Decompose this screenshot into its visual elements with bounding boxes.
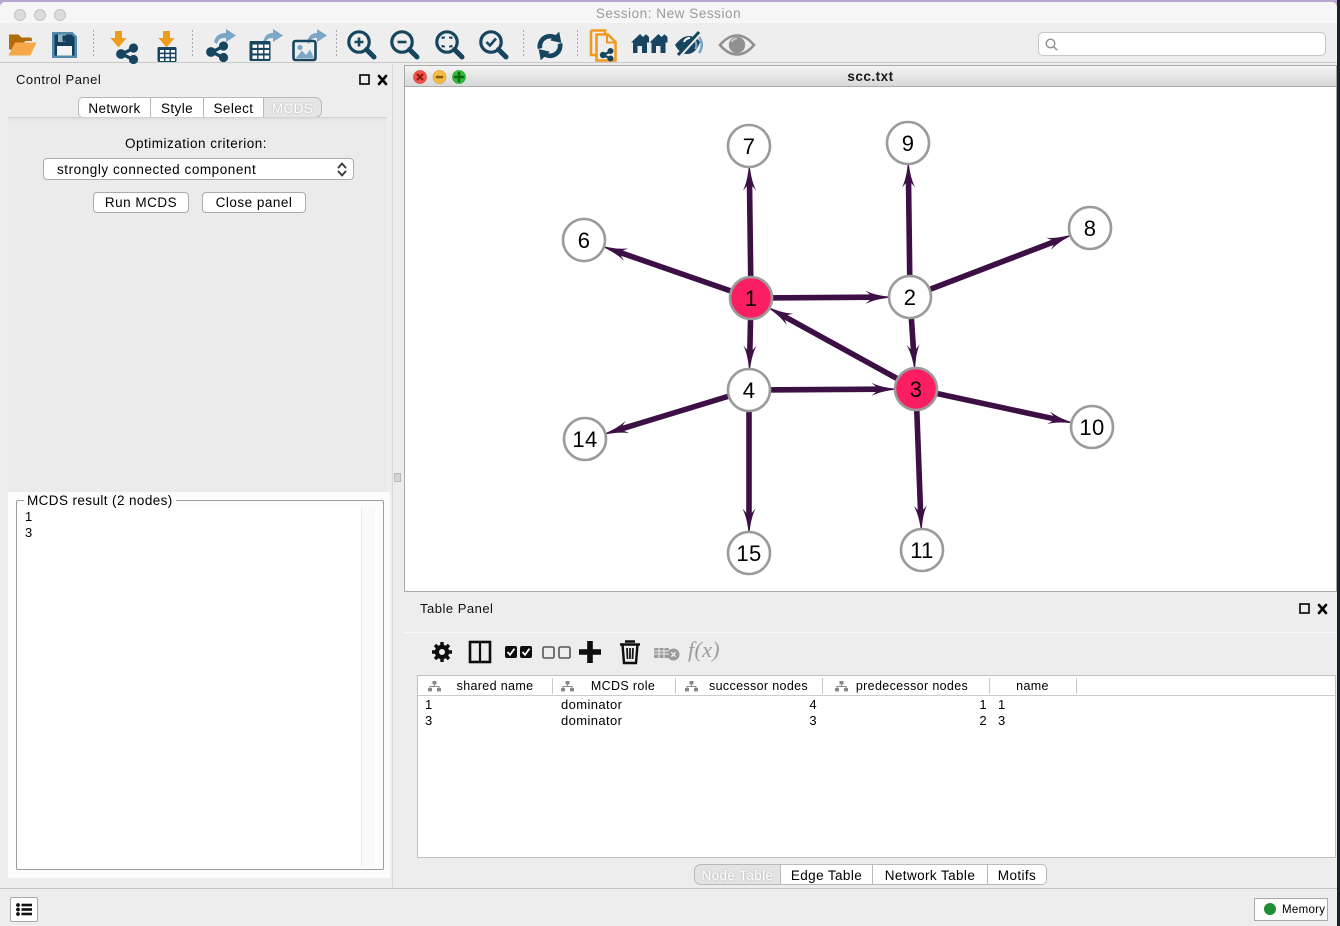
svg-text:4: 4 [743,378,756,403]
svg-text:1: 1 [745,286,758,311]
svg-text:3: 3 [910,377,923,402]
svg-text:11: 11 [910,538,934,563]
svg-text:9: 9 [902,131,915,156]
svg-text:10: 10 [1079,415,1104,440]
svg-text:7: 7 [743,134,756,159]
svg-text:14: 14 [572,427,597,452]
svg-text:8: 8 [1084,216,1097,241]
svg-text:6: 6 [578,228,591,253]
svg-text:15: 15 [736,541,761,566]
svg-text:2: 2 [904,285,917,310]
